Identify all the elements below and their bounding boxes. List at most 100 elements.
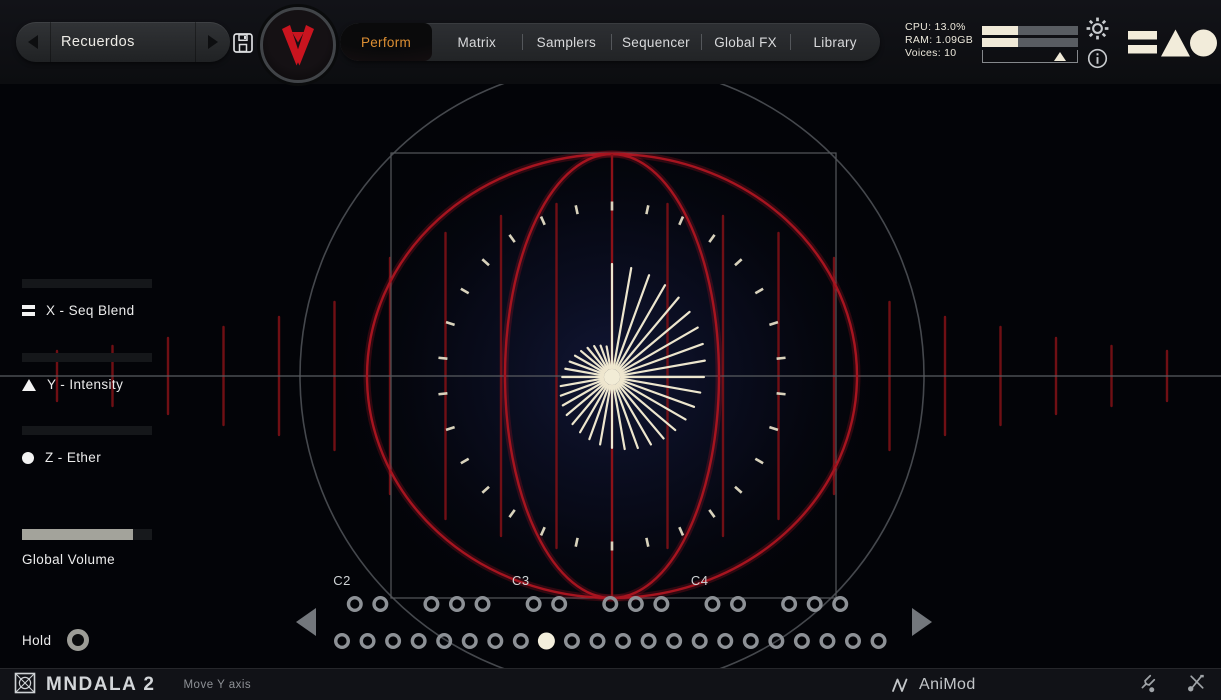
maker-logo (1126, 19, 1218, 72)
tab-sequencer[interactable]: Sequencer (611, 23, 701, 61)
bars-icon (22, 305, 35, 316)
tab-perform[interactable]: Perform (340, 23, 432, 61)
tab-matrix[interactable]: Matrix (432, 23, 522, 61)
volume-slider-fill[interactable] (22, 529, 133, 540)
tick-dash (438, 358, 447, 359)
z-slider-track[interactable] (22, 426, 152, 435)
app-logo[interactable] (260, 7, 336, 83)
white-note-key[interactable] (821, 635, 834, 648)
volume-slider-track[interactable] (22, 529, 152, 540)
gear-icon (1085, 16, 1110, 41)
white-note-key[interactable] (515, 635, 528, 648)
system-stats: CPU: 13.0% RAM: 1.09GB Voices: 10 (905, 21, 973, 60)
animod-label: AniMod (919, 676, 976, 694)
octave-label: C2 (333, 573, 351, 588)
white-note-key[interactable] (668, 635, 681, 648)
circle-icon (22, 452, 34, 464)
tab-bar: PerformMatrixSamplersSequencerGlobal FXL… (340, 23, 880, 61)
tick-dash (438, 393, 447, 394)
white-note-key[interactable] (412, 635, 425, 648)
xy-cursor[interactable] (604, 369, 620, 385)
settings-button[interactable] (1085, 16, 1110, 44)
cpu-stat: CPU: 13.0% (905, 21, 973, 34)
status-bar: MNDALA 2 Move Y axis AniMod (0, 668, 1221, 700)
tuning-fork-icon (1135, 672, 1158, 695)
black-note-key[interactable] (834, 598, 847, 611)
white-note-key[interactable] (489, 635, 502, 648)
macro-z: Z - Ether (22, 426, 152, 465)
kill-notes-button[interactable] (1184, 672, 1207, 698)
black-note-key[interactable] (374, 598, 387, 611)
black-note-key[interactable] (451, 598, 464, 611)
status-text: Move Y axis (183, 679, 251, 691)
octave-label: C4 (691, 573, 709, 588)
app-name: MNDALA 2 (46, 674, 155, 696)
y-axis-label: Y - Intensity (47, 377, 123, 392)
active-note-key[interactable] (538, 633, 555, 650)
white-note-key[interactable] (591, 635, 604, 648)
tab-library[interactable]: Library (790, 23, 880, 61)
perform-visualizer[interactable]: C2 C3 C4 (0, 0, 1221, 700)
white-note-key[interactable] (719, 635, 732, 648)
info-button[interactable] (1087, 48, 1108, 72)
tick-dash (646, 538, 648, 547)
tuning-button[interactable] (1135, 672, 1158, 698)
bars-triangle-circle-icon (1126, 19, 1218, 67)
tab-global-fx[interactable]: Global FX (701, 23, 791, 61)
preset-prev-button[interactable] (16, 22, 50, 62)
hold-toggle[interactable] (67, 629, 89, 651)
white-note-key[interactable] (463, 635, 476, 648)
white-note-key[interactable] (387, 635, 400, 648)
tab-samplers[interactable]: Samplers (522, 23, 612, 61)
next-arrow-icon (208, 35, 218, 49)
crossed-note-icon (1184, 672, 1207, 695)
preset-next-button[interactable] (196, 22, 230, 62)
preset-selector: Recuerdos (16, 22, 230, 62)
white-note-key[interactable] (796, 635, 809, 648)
white-note-key[interactable] (872, 635, 885, 648)
preset-name[interactable]: Recuerdos (50, 22, 196, 62)
hold-control: Hold (22, 629, 89, 651)
tick-dash (646, 205, 648, 214)
plugin-window: C2 C3 C4 Recuerdos (0, 0, 1221, 700)
z-axis-label: Z - Ether (45, 450, 101, 465)
tick-dash (576, 205, 578, 214)
output-meter (982, 26, 1078, 63)
triangle-icon (22, 379, 36, 391)
ram-stat: RAM: 1.09GB (905, 34, 973, 47)
white-note-key[interactable] (642, 635, 655, 648)
white-note-key[interactable] (566, 635, 579, 648)
tick-dash (576, 538, 578, 547)
animod-button[interactable]: AniMod (891, 676, 976, 694)
output-gain-slider[interactable] (982, 50, 1078, 63)
footer-icons (1135, 672, 1207, 698)
black-note-key[interactable] (808, 598, 821, 611)
x-slider-track[interactable] (22, 279, 152, 288)
info-icon (1087, 48, 1108, 69)
meter-bar-left (982, 26, 1078, 35)
white-note-key[interactable] (617, 635, 630, 648)
keyboard-scroll-left-button[interactable] (296, 608, 316, 636)
macro-y: Y - Intensity (22, 353, 152, 392)
tick-dash (777, 358, 786, 359)
mndala-mark-icon (14, 672, 36, 699)
keyboard-scroll-right-button[interactable] (912, 608, 932, 636)
white-note-key[interactable] (847, 635, 860, 648)
save-preset-button[interactable] (231, 31, 255, 55)
octave-label: C3 (512, 573, 530, 588)
prev-arrow-icon (28, 35, 38, 49)
white-note-key[interactable] (361, 635, 374, 648)
macro-x: X - Seq Blend (22, 279, 152, 318)
white-note-key[interactable] (745, 635, 758, 648)
white-note-key[interactable] (336, 635, 349, 648)
tick-dash (777, 393, 786, 394)
v-logo-icon (274, 21, 322, 69)
gain-slider-handle[interactable] (1054, 52, 1066, 61)
hold-label: Hold (22, 633, 51, 648)
black-note-key[interactable] (425, 598, 438, 611)
x-axis-label: X - Seq Blend (46, 303, 135, 318)
black-note-key[interactable] (783, 598, 796, 611)
white-note-key[interactable] (693, 635, 706, 648)
y-slider-track[interactable] (22, 353, 152, 362)
black-note-key[interactable] (348, 598, 361, 611)
